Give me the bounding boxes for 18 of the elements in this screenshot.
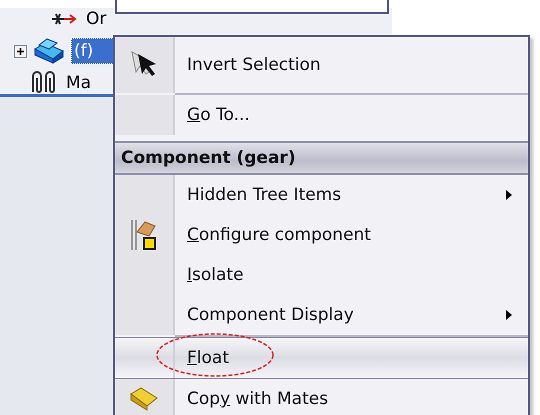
block-icon <box>33 37 65 65</box>
submenu-arrow-icon <box>506 190 512 200</box>
copy-icon <box>129 386 159 412</box>
menu-item[interactable]: Isolate <box>115 255 528 295</box>
menu-item[interactable]: Invert Selection <box>115 37 528 93</box>
paperclip-icon <box>30 70 58 96</box>
configure-icon <box>129 218 159 252</box>
origin-icon <box>50 12 78 26</box>
menu-item[interactable]: Copy with Mates <box>115 379 528 415</box>
submenu-arrow-icon <box>506 310 512 320</box>
tree-item[interactable]: Or <box>84 7 108 31</box>
expand-icon[interactable] <box>14 44 27 58</box>
menu-item[interactable]: Component Display <box>115 295 528 335</box>
menu-item[interactable]: Configure component <box>115 215 528 255</box>
menu-item[interactable]: Hidden Tree Items <box>115 175 528 215</box>
tree-item[interactable]: Ma <box>64 71 94 95</box>
menu-item[interactable]: Go To... <box>115 95 528 135</box>
menu-section-header: Component (gear) <box>115 141 528 175</box>
